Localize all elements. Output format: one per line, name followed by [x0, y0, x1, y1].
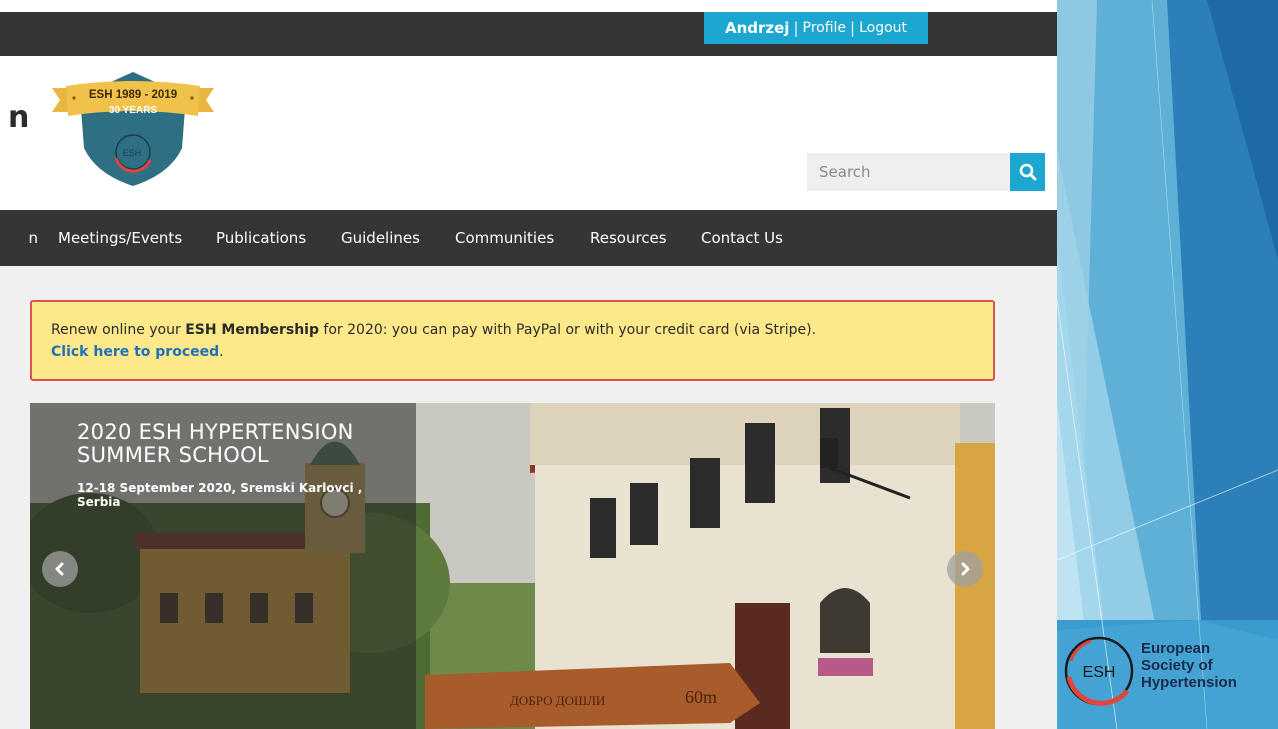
esh-logo-line: Society of — [1141, 657, 1213, 674]
search-input[interactable] — [807, 153, 1010, 191]
slide-subtitle: 12-18 September 2020, Sremski Karlovci ,… — [77, 481, 363, 509]
separator: | — [793, 19, 799, 37]
nav-item-guidelines[interactable]: Guidelines — [341, 229, 420, 247]
notice-period: . — [219, 344, 224, 360]
top-bar: Andrzej | Profile | Logout — [0, 12, 1057, 56]
photo-window — [745, 423, 775, 503]
badge-years-text: ESH 1989 - 2019 — [89, 89, 177, 101]
proceed-link[interactable]: Click here to proceed — [51, 344, 219, 360]
notice-text: Renew online your — [51, 322, 186, 338]
website-viewport: Andrzej | Profile | Logout n ESH 1989 - … — [0, 0, 1057, 729]
badge-30-years-text: 30 YEARS — [109, 105, 158, 116]
notice-membership-text: ESH Membership — [185, 322, 319, 338]
esh-logo-line: European — [1141, 640, 1211, 657]
photo-flower-box — [818, 658, 873, 676]
photo-window — [630, 483, 658, 545]
user-menu: Andrzej | Profile | Logout — [704, 12, 928, 44]
search-button[interactable] — [1010, 153, 1045, 191]
esh-logo-line: Hypertension — [1141, 674, 1237, 691]
nav-item-publications[interactable]: Publications — [216, 229, 306, 247]
user-name-link[interactable]: Andrzej — [725, 19, 789, 37]
esh-logo-text: European Society of Hypertension — [1141, 640, 1237, 691]
esh-logo: ESH European Society of Hypertension — [1057, 625, 1278, 715]
photo-window — [690, 458, 720, 528]
chevron-right-icon — [961, 562, 970, 576]
sidebar-background — [1057, 0, 1278, 729]
nav-item-partial[interactable]: n — [0, 229, 38, 247]
hero-slider[interactable]: ДОБРО ДОШЛИ 60m 2020 ESH HYPERTENSION SU… — [30, 403, 995, 729]
nav-item-resources[interactable]: Resources — [590, 229, 667, 247]
nav-item-meetings-events[interactable]: Meetings/Events — [58, 229, 182, 247]
photo-sign-text-distance: 60m — [685, 687, 717, 707]
nav-item-label: n — [28, 229, 38, 247]
photo-sign-text: ДОБРО ДОШЛИ — [510, 693, 605, 708]
photo-window — [590, 498, 616, 558]
presentation-sidebar: ESH European Society of Hypertension — [1057, 0, 1278, 729]
chevron-left-icon — [55, 562, 64, 576]
search-icon — [1019, 163, 1036, 181]
nav-item-contact-us[interactable]: Contact Us — [701, 229, 783, 247]
anniversary-badge[interactable]: ESH 1989 - 2019 30 YEARS ESH — [48, 68, 218, 192]
nav-item-communities[interactable]: Communities — [455, 229, 554, 247]
membership-notice: Renew online your ESH Membership for 202… — [30, 300, 995, 381]
main-navigation: n Meetings/Events Publications Guideline… — [0, 210, 1057, 266]
slide-caption: 2020 ESH HYPERTENSION SUMMER SCHOOL 12-1… — [30, 403, 416, 729]
badge-emblem-text: ESH — [123, 148, 142, 158]
photo-lamp — [820, 438, 838, 468]
profile-link[interactable]: Profile — [803, 20, 847, 36]
slider-prev-button[interactable] — [42, 551, 78, 587]
svg-text:ESH: ESH — [1083, 664, 1116, 681]
slide-title[interactable]: 2020 ESH HYPERTENSION SUMMER SCHOOL — [77, 421, 397, 467]
esh-logo-emblem: ESH — [1064, 636, 1134, 706]
logout-link[interactable]: Logout — [859, 20, 907, 36]
separator: | — [850, 19, 856, 37]
slider-next-button[interactable] — [947, 551, 983, 587]
notice-text: for 2020: you can pay with PayPal or wit… — [318, 322, 817, 338]
photo-arch-window — [820, 588, 870, 653]
site-title[interactable]: n — [8, 100, 29, 135]
